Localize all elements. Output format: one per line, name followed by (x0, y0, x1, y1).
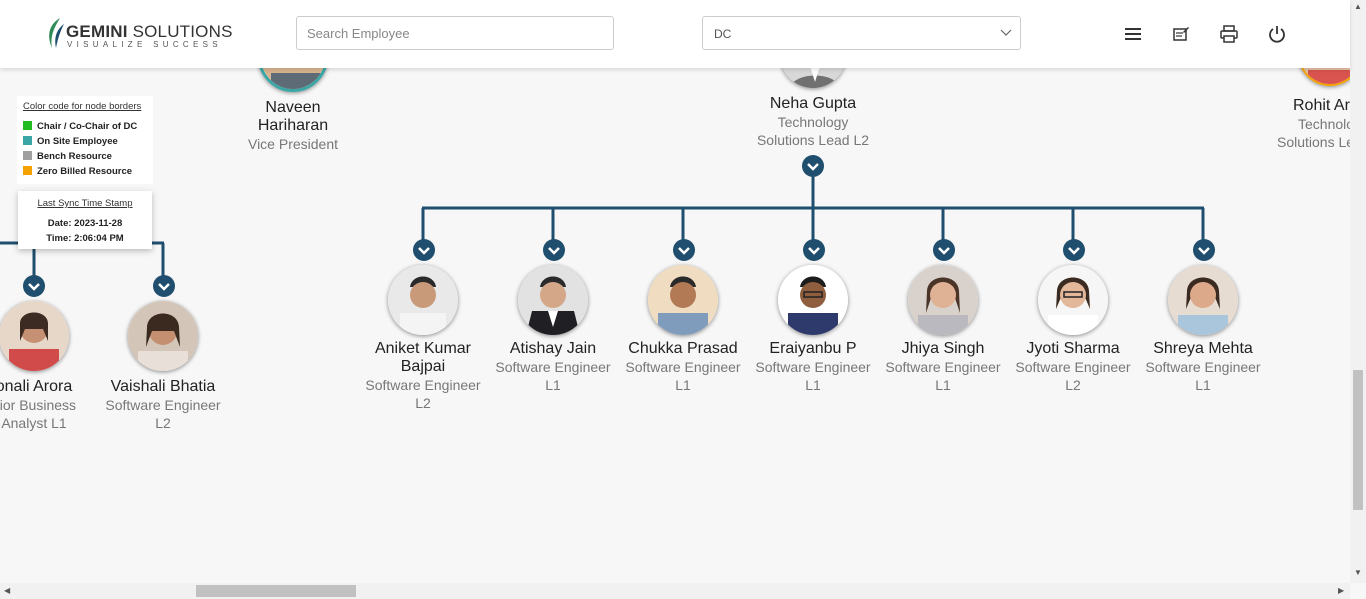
employee-name: Jyoti Sharma (1026, 340, 1120, 357)
employee-name: Eraiyanbu P (769, 340, 857, 357)
employee-title-cont: L2 (415, 395, 431, 411)
sync-timestamp-card: Last Sync Time Stamp Date: 2023-11-28 Ti… (18, 191, 152, 249)
employee-title: Software Engineer (365, 377, 481, 393)
legend-swatch (23, 151, 32, 160)
legend-item: Chair / Co-Chair of DC (23, 121, 137, 132)
legend-item: Zero Billed Resource (23, 166, 132, 177)
employee-node[interactable]: Aniket Kumar Bajpai Software Engineer L2 (358, 265, 488, 412)
legend-swatch (23, 166, 32, 175)
notes-icon[interactable] (1171, 24, 1191, 44)
employee-name-cont: Bajpai (400, 358, 446, 375)
employee-node[interactable]: Eraiyanbu P Software Engineer L1 (748, 265, 878, 394)
chevron-down-icon[interactable] (1192, 238, 1216, 262)
color-legend: Color code for node borders Chair / Co-C… (17, 96, 153, 184)
employee-name: Chukka Prasad (628, 340, 738, 357)
department-select-value: DC (714, 27, 732, 41)
company-logo[interactable]: GEMINI SOLUTIONS VISUALIZE SUCCESS (46, 16, 232, 52)
logo-leaf-icon (49, 18, 64, 48)
horizontal-scroll-thumb[interactable] (196, 585, 356, 597)
employee-node[interactable]: Shreya Mehta Software Engineer L1 (1138, 265, 1268, 394)
employee-name: Atishay Jain (509, 340, 597, 357)
employee-node[interactable]: onali Arora nior Business Analyst L1 (0, 301, 99, 432)
avatar (518, 265, 588, 335)
employee-title-cont: L1 (1195, 377, 1211, 393)
employee-title: nior Business (0, 397, 77, 413)
avatar (648, 265, 718, 335)
employee-title-cont: L1 (675, 377, 691, 393)
avatar (0, 301, 69, 371)
legend-item: On Site Employee (23, 136, 118, 147)
department-select[interactable]: DC (702, 16, 1021, 50)
employee-title: Software Engineer (625, 359, 741, 375)
scroll-right-icon[interactable]: ▶ (1338, 586, 1344, 595)
employee-name: Aniket Kumar (374, 340, 472, 357)
employee-title-cont: L1 (545, 377, 561, 393)
avatar (778, 265, 848, 335)
chevron-down-icon (1000, 29, 1012, 36)
employee-title-cont: L2 (1065, 377, 1081, 393)
employee-title: Technology (777, 114, 849, 130)
employee-title-cont: L1 (935, 377, 951, 393)
legend-swatch (23, 136, 32, 145)
sync-date: Date: 2023-11-28 (47, 218, 123, 229)
legend-title: Color code for node borders (23, 101, 142, 112)
employee-title: Software Engineer (755, 359, 871, 375)
chevron-down-icon[interactable] (932, 238, 956, 262)
chevron-down-icon[interactable] (542, 238, 566, 262)
chevron-down-icon[interactable] (412, 238, 436, 262)
chevron-down-icon[interactable] (672, 238, 696, 262)
chevron-down-icon[interactable] (802, 238, 826, 262)
employee-name: Naveen (265, 99, 321, 116)
chevron-down-icon[interactable] (801, 154, 825, 178)
logo-tagline: VISUALIZE SUCCESS (67, 40, 222, 49)
legend-item: Bench Resource (23, 151, 112, 162)
chevron-down-icon[interactable] (152, 274, 176, 298)
scroll-up-icon[interactable]: ▲ (1354, 2, 1362, 11)
employee-title-cont: L1 (805, 377, 821, 393)
employee-title: Vice President (247, 136, 338, 152)
logo-name: GEMINI SOLUTIONS (66, 22, 233, 41)
employee-node[interactable]: Chukka Prasad Software Engineer L1 (618, 265, 748, 394)
avatar (1168, 265, 1238, 335)
avatar (388, 265, 458, 335)
employee-title: Software Engineer (1145, 359, 1261, 375)
employee-node[interactable]: Jyoti Sharma Software Engineer L2 (1008, 265, 1138, 394)
vertical-scrollbar[interactable]: ▲ ▼ (1350, 0, 1366, 583)
legend-swatch (23, 121, 32, 130)
employee-title-cont: L2 (155, 415, 171, 431)
employee-title: Software Engineer (1015, 359, 1131, 375)
print-icon[interactable] (1219, 24, 1239, 44)
chevron-down-icon[interactable] (1062, 238, 1086, 262)
scroll-down-icon[interactable]: ▼ (1354, 568, 1362, 577)
employee-title-cont: Analyst L1 (1, 415, 67, 431)
employee-name: onali Arora (0, 378, 73, 395)
employee-name: Shreya Mehta (1153, 340, 1253, 357)
vertical-scroll-thumb[interactable] (1353, 370, 1363, 510)
employee-title-cont: Solutions Lead L2 (756, 132, 870, 148)
employee-node[interactable]: Vaishali Bhatia Software Engineer L2 (98, 301, 228, 432)
scroll-left-icon[interactable]: ◀ (4, 586, 10, 595)
search-employee-input[interactable] (296, 16, 614, 50)
employee-title: Software Engineer (885, 359, 1001, 375)
employee-node[interactable]: Jhiya Singh Software Engineer L1 (878, 265, 1008, 394)
menu-icon[interactable] (1123, 24, 1143, 44)
employee-node[interactable]: Atishay Jain Software Engineer L1 (488, 265, 618, 394)
top-header: GEMINI SOLUTIONS VISUALIZE SUCCESS DC (0, 0, 1350, 68)
employee-title: Software Engineer (105, 397, 221, 413)
employee-name: Neha Gupta (769, 95, 857, 112)
employee-name-cont: Hariharan (257, 117, 329, 134)
horizontal-scrollbar[interactable]: ◀ ▶ (0, 583, 1350, 599)
avatar (908, 265, 978, 335)
avatar (1038, 265, 1108, 335)
avatar (128, 301, 198, 371)
chevron-down-icon[interactable] (22, 274, 46, 298)
employee-name: Jhiya Singh (901, 340, 985, 357)
sync-title: Last Sync Time Stamp (37, 198, 133, 209)
sync-time: Time: 2:06:04 PM (46, 233, 124, 244)
power-icon[interactable] (1267, 24, 1287, 44)
employee-name: Vaishali Bhatia (110, 378, 216, 395)
employee-title: Software Engineer (495, 359, 611, 375)
